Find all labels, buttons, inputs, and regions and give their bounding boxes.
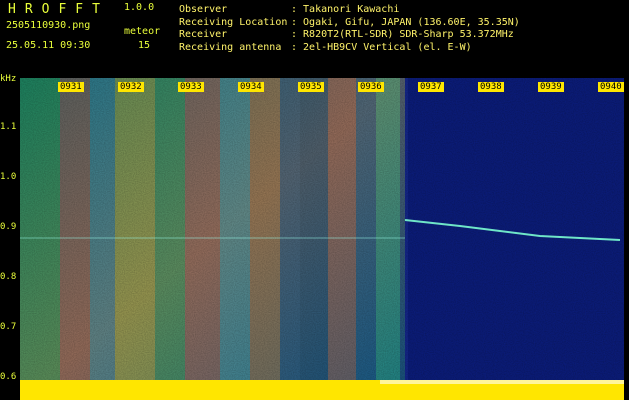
- time-tick-label: 0931: [58, 82, 84, 92]
- time-tick-label: 0932: [118, 82, 144, 92]
- station-info: Observer : Takanori Kawachi Receiving Loc…: [179, 4, 520, 54]
- observer-value: : Takanori Kawachi: [291, 4, 400, 15]
- app-logo: HROFFT: [8, 2, 109, 17]
- frequency-tick-label: 0.6: [0, 372, 17, 382]
- location-row: Receiving Location: Ogaki, Gifu, JAPAN (…: [179, 17, 520, 30]
- noise-texture: [20, 78, 624, 400]
- capture-datetime: 25.05.11 09:30: [6, 40, 91, 51]
- noise-floor-edge: [380, 380, 624, 384]
- time-tick-label: 0936: [358, 82, 384, 92]
- frequency-unit: kHz: [0, 74, 17, 84]
- file-name: 2505110930.png: [6, 20, 91, 31]
- antenna-row: Receiving antenna : 2el-HB9CV Vertical (e…: [179, 42, 520, 55]
- antenna-label: Receiving antenna: [179, 41, 282, 53]
- frequency-tick-label: 1.1: [0, 122, 17, 132]
- meteor-count: 15: [138, 40, 151, 51]
- frequency-tick-label: 0.8: [0, 272, 17, 282]
- app-version: 1.0.0: [124, 2, 155, 13]
- time-tick-label: 0938: [478, 82, 504, 92]
- time-tick-label: 0937: [418, 82, 444, 92]
- frequency-tick-label: 1.0: [0, 172, 17, 182]
- antenna-value: : 2el-HB9CV Vertical (el. E-W): [291, 41, 472, 53]
- detection-kind: meteor: [124, 26, 161, 37]
- spectrogram: [20, 78, 624, 400]
- time-tick-label: 0940: [598, 82, 624, 92]
- time-tick-label: 0935: [298, 82, 324, 92]
- time-tick-label: 0933: [178, 82, 204, 92]
- time-tick-label: 0939: [538, 82, 564, 92]
- observer-label: Observer: [179, 4, 228, 15]
- location-value: : Ogaki, Gifu, JAPAN (136.60E, 35.35N): [291, 16, 520, 28]
- receiver-value: : R820T2(RTL-SDR) SDR-Sharp 53.372MHz: [291, 29, 514, 41]
- receiver-row: Receiver : R820T2(RTL-SDR) SDR-Sharp 53.3…: [179, 29, 520, 42]
- header-panel: HROFFT 1.0.0 2505110930.png meteor 25.05…: [0, 0, 629, 76]
- frequency-tick-label: 0.9: [0, 222, 17, 232]
- frequency-tick-label: 0.7: [0, 322, 17, 332]
- time-tick-label: 0934: [238, 82, 264, 92]
- observer-row: Observer : Takanori Kawachi: [179, 4, 520, 17]
- receiver-label: Receiver: [179, 29, 228, 41]
- location-label: Receiving Location: [179, 16, 288, 28]
